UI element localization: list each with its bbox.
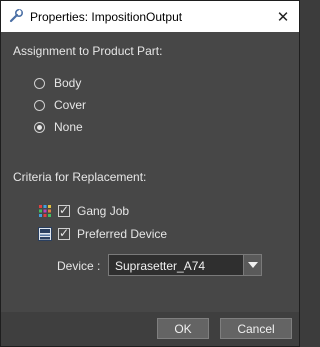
dialog-footer: OK Cancel	[1, 312, 299, 346]
radio-label: Body	[54, 76, 82, 90]
device-dropdown[interactable]: Suprasetter_A74	[108, 254, 262, 276]
device-selected-value: Suprasetter_A74	[115, 259, 206, 273]
radio-button-selected[interactable]	[34, 121, 45, 133]
preferred-device-checkbox[interactable]: ✓	[58, 226, 70, 240]
cancel-button[interactable]: Cancel	[220, 318, 292, 339]
dropdown-toggle[interactable]	[243, 255, 261, 275]
preferred-device-row[interactable]: ✓ Preferred Device	[38, 225, 167, 243]
title-bar: Properties: ImpositionOutput ✕	[1, 1, 299, 32]
wrench-icon	[8, 9, 24, 24]
gang-job-row[interactable]: ✓ Gang Job	[38, 202, 129, 220]
dialog-content: Assignment to Product Part: Body Cover N…	[1, 32, 299, 312]
assignment-section-label: Assignment to Product Part:	[13, 44, 163, 58]
properties-dialog: Properties: ImpositionOutput ✕ Assignmen…	[0, 0, 300, 347]
preferred-device-label: Preferred Device	[77, 227, 168, 241]
radio-cover[interactable]: Cover	[34, 97, 86, 113]
device-icon	[38, 227, 52, 241]
gang-job-label: Gang Job	[77, 204, 130, 218]
radio-label: Cover	[54, 98, 87, 112]
ok-button[interactable]: OK	[157, 318, 209, 339]
checkmark-icon: ✓	[59, 226, 70, 240]
radio-label: None	[54, 120, 83, 134]
radio-button[interactable]	[34, 77, 45, 89]
radio-none[interactable]: None	[34, 119, 83, 135]
chevron-down-icon	[247, 262, 258, 268]
radio-body[interactable]: Body	[34, 75, 81, 91]
gang-job-checkbox[interactable]: ✓	[58, 203, 70, 217]
radio-button[interactable]	[34, 99, 45, 111]
close-button[interactable]: ✕	[273, 7, 293, 27]
gang-job-icon	[39, 205, 51, 217]
criteria-section-label: Criteria for Replacement:	[13, 170, 147, 184]
close-icon: ✕	[276, 9, 290, 26]
checkmark-icon: ✓	[59, 203, 70, 217]
device-label: Device :	[57, 259, 101, 273]
dialog-title: Properties: ImpositionOutput	[30, 10, 183, 24]
